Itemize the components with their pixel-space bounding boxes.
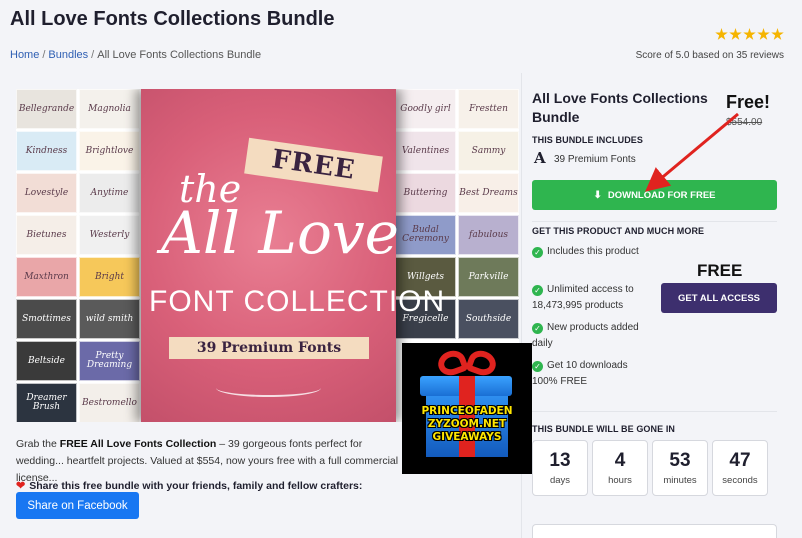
countdown-unit: seconds [722,475,758,486]
star-icon [743,28,756,40]
font-preview-tile: Frestten [458,89,519,129]
hero-center-panel: the FREE All Love FONT COLLECTION 39 Pre… [141,89,446,422]
description-bold: FREE All Love Fonts Collection [59,438,217,450]
download-button-label: DOWNLOAD FOR FREE [607,189,716,201]
hero-count-banner: 39 Premium Fonts [169,337,369,359]
font-preview-tile: Anytime [79,173,140,213]
review-score: Score of 5.0 based on 35 reviews [635,50,784,61]
font-preview-tile: Bellegrande [16,89,77,129]
font-preview-tile: Valentines [395,131,456,171]
font-preview-tile: Parkville [458,257,519,297]
font-preview-tile: Southside [458,299,519,339]
font-preview-tile: Bestromello [79,383,140,422]
star-icon [771,28,784,40]
countdown-unit: hours [608,475,632,486]
perk-item: ✓ New products added daily [532,322,639,349]
get-all-access-button[interactable]: GET ALL ACCESS [661,283,777,313]
download-icon: ⬇ [593,189,602,201]
share-facebook-button[interactable]: Share on Facebook [16,492,139,519]
countdown-value: 13 [549,450,571,471]
font-preview-tile: Brightlove [79,131,140,171]
star-rating [715,28,784,41]
font-preview-tile: Budal Ceremony [395,215,456,255]
countdown-hours: 4 hours [592,440,648,496]
font-preview-tile: Kindness [16,131,77,171]
breadcrumb-bundles-link[interactable]: Bundles [48,49,88,61]
all-access-free-label: FREE [697,261,743,280]
font-preview-tile: Goodly girl [395,89,456,129]
font-preview-tile: Maxthron [16,257,77,297]
check-icon: ✓ [532,285,543,296]
divider [532,221,777,222]
font-preview-tile: fabulous [458,215,519,255]
download-button[interactable]: ⬇ DOWNLOAD FOR FREE [532,180,777,210]
countdown-value: 53 [669,450,691,471]
divider [532,411,777,412]
countdown-timer: 13 days 4 hours 53 minutes 47 seconds [532,440,768,496]
gift-bow-icon [434,346,470,380]
countdown-days: 13 days [532,440,588,496]
check-icon: ✓ [532,361,543,372]
original-price: $554.00 [726,117,763,128]
font-preview-tile: Sammy [458,131,519,171]
star-icon [757,28,770,40]
flourish-ornament [216,379,321,397]
font-icon: A [534,149,546,167]
font-preview-tile: Lovestyle [16,173,77,213]
perk-item: ✓ Get 10 downloads 100% FREE [532,360,628,387]
countdown-label: THIS BUNDLE WILL BE GONE IN [532,424,676,434]
breadcrumb-home-link[interactable]: Home [10,49,39,61]
font-preview-tile: Westerly [79,215,140,255]
next-panel [532,524,777,538]
font-preview-tile: wild smith [79,299,140,339]
countdown-seconds: 47 seconds [712,440,768,496]
font-preview-tile: Bright [79,257,140,297]
hero-free-ribbon: FREE [244,137,383,193]
countdown-value: 4 [614,450,626,471]
hero-subtitle: FONT COLLECTION [149,285,446,318]
share-text: Share this free bundle with your friends… [29,479,363,492]
perk-item: ✓ Includes this product [532,244,652,260]
fonts-count: 39 Premium Fonts [554,154,636,165]
includes-label: THIS BUNDLE INCLUDES [532,135,644,145]
description-lead: Grab the [16,438,60,450]
perk-item: ✓ Unlimited access to 18,473,995 products [532,284,634,311]
gift-bow-icon [464,346,500,380]
star-icon [729,28,742,40]
countdown-unit: days [549,475,571,486]
font-preview-tile: Buttering [395,173,456,213]
font-preview-tile: Best Dreams [458,173,519,213]
countdown-value: 47 [729,450,751,471]
heart-icon: ❤ [16,480,26,492]
page-title: All Love Fonts Collections Bundle [10,8,335,30]
bundle-title: All Love Fonts Collections Bundle [532,90,708,125]
font-preview-tile: Magnolia [79,89,140,129]
hero-title: All Love [161,199,399,267]
font-preview-tile: Beltside [16,341,77,381]
giveaway-badge: PRINCEOFADEN ZYZOOM.NET GIVEAWAYS [402,343,532,474]
font-preview-tile: Smottimes [16,299,77,339]
breadcrumb-separator: / [91,49,95,61]
free-price-label: Free! [726,92,771,112]
share-prompt: ❤ Share this free bundle with your frien… [16,479,363,493]
font-preview-tile: Dreamer Brush [16,383,77,422]
breadcrumb: Home / Bundles / All Love Fonts Collections … [10,49,261,61]
breadcrumb-separator: / [42,49,46,61]
countdown-minutes: 53 minutes [652,440,708,496]
check-icon: ✓ [532,247,543,258]
star-icon [715,28,728,40]
check-icon: ✓ [532,323,543,334]
giveaway-text: PRINCEOFADEN ZYZOOM.NET GIVEAWAYS [421,405,513,443]
get-more-label: GET THIS PRODUCT AND MUCH MORE [532,226,705,236]
breadcrumb-current: All Love Fonts Collections Bundle [97,49,262,61]
countdown-unit: minutes [663,475,697,486]
font-preview-tile: Bietunes [16,215,77,255]
font-preview-tile: Pretty Dreaming [79,341,140,381]
